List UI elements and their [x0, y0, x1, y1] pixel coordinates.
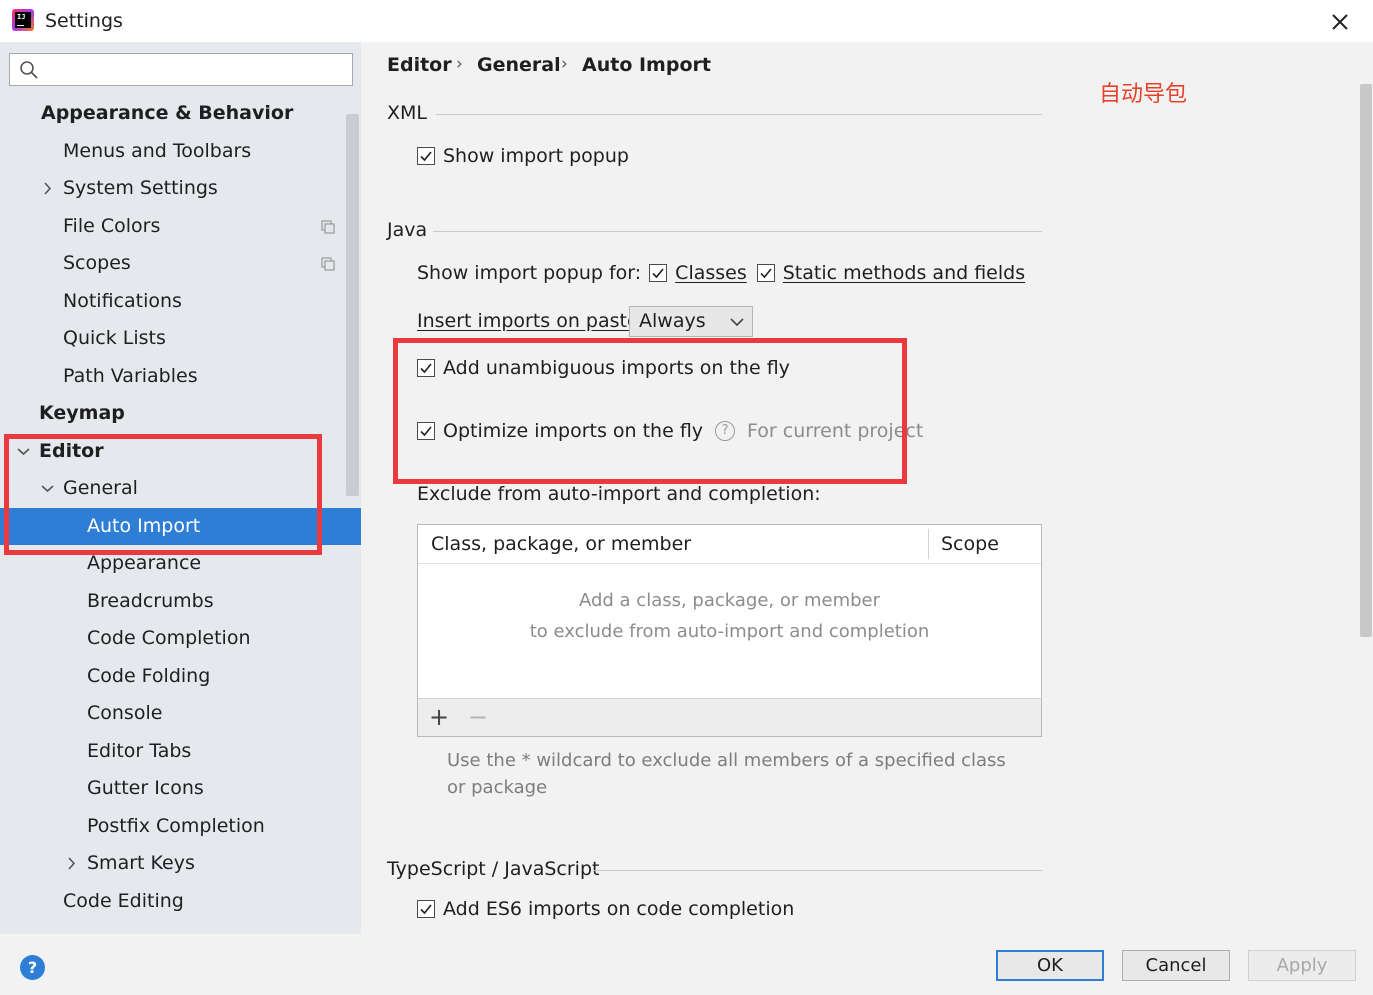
section-title-java: Java — [387, 219, 428, 241]
sidebar-item-file-colors[interactable]: File Colors — [63, 208, 160, 245]
sidebar-item-notifications[interactable]: Notifications — [63, 283, 182, 320]
exclude-table-toolbar: + − — [417, 698, 1042, 737]
breadcrumb-general[interactable]: General — [477, 54, 561, 76]
insert-on-paste-dropdown[interactable]: Always — [629, 306, 753, 337]
wildcard-hint: Use the * wildcard to exclude all member… — [447, 750, 1006, 798]
empty-state-line-1: Add a class, package, or member — [578, 590, 881, 611]
sidebar-item-system-settings[interactable]: System Settings — [40, 170, 218, 207]
breadcrumb-separator-icon: › — [456, 54, 463, 74]
sidebar-item-gutter-icons[interactable]: Gutter Icons — [87, 770, 204, 807]
add-icon[interactable]: + — [426, 699, 452, 736]
exclude-label: Exclude from auto-import and completion: — [417, 483, 821, 505]
highlight-box-editor — [4, 434, 322, 555]
divider — [433, 231, 1042, 232]
header-divider — [418, 563, 1041, 564]
sidebar-item-keymap[interactable]: Keymap — [39, 395, 125, 432]
settings-sidebar: Appearance & Behavior Menus and Toolbars… — [0, 42, 361, 934]
chevron-down-icon — [730, 318, 744, 327]
section-title-xml: XML — [387, 102, 427, 124]
content-scrollbar[interactable] — [1360, 84, 1372, 637]
ok-button[interactable]: OK — [996, 950, 1104, 981]
divider — [436, 114, 1042, 115]
show-import-popup-checkbox[interactable]: Show import popup — [417, 145, 629, 167]
search-input[interactable] — [48, 58, 343, 81]
chevron-right-icon[interactable] — [40, 170, 54, 207]
project-scope-icon — [321, 257, 335, 271]
sidebar-item-appearance-behavior[interactable]: Appearance & Behavior — [41, 95, 293, 132]
title-bar: IJ Settings — [0, 0, 1373, 42]
sidebar-item-quick-lists[interactable]: Quick Lists — [63, 320, 166, 357]
divider — [593, 870, 1042, 871]
checkbox-checked-icon[interactable] — [417, 147, 435, 165]
breadcrumb-separator-icon: › — [561, 54, 568, 74]
intellij-logo-icon: IJ — [12, 9, 34, 31]
sidebar-item-console[interactable]: Console — [87, 695, 162, 732]
checkbox-checked-icon[interactable] — [417, 900, 435, 918]
window-title: Settings — [45, 10, 123, 32]
column-header-scope[interactable]: Scope — [928, 525, 999, 563]
help-button[interactable]: ? — [20, 955, 45, 980]
static-methods-checkbox[interactable] — [756, 264, 775, 282]
cancel-button[interactable]: Cancel — [1122, 950, 1230, 981]
sidebar-item-code-folding[interactable]: Code Folding — [87, 658, 210, 695]
sidebar-item-editor-tabs[interactable]: Editor Tabs — [87, 733, 191, 770]
breadcrumb-editor[interactable]: Editor — [387, 54, 452, 76]
sidebar-item-code-completion[interactable]: Code Completion — [87, 620, 251, 657]
search-field[interactable] — [9, 53, 353, 86]
settings-content: Editor › General › Auto Import 自动导包 XML … — [361, 42, 1359, 934]
section-title-typescript: TypeScript / JavaScript — [387, 858, 600, 880]
search-icon — [20, 61, 38, 79]
project-scope-icon — [321, 220, 335, 234]
dialog-button-bar: ? OK Cancel Apply — [0, 934, 1373, 995]
highlight-box-imports — [393, 338, 907, 484]
remove-icon[interactable]: − — [465, 699, 491, 736]
sidebar-item-smart-keys[interactable]: Smart Keys — [64, 845, 195, 882]
annotation-label: 自动导包 — [1099, 82, 1188, 107]
sidebar-item-breadcrumbs[interactable]: Breadcrumbs — [87, 583, 214, 620]
sidebar-item-code-editing[interactable]: Code Editing — [63, 883, 184, 920]
add-es6-imports-checkbox[interactable]: Add ES6 imports on code completion — [417, 898, 794, 920]
close-icon[interactable] — [1326, 8, 1354, 36]
classes-checkbox[interactable] — [649, 264, 668, 282]
empty-state-line-2: to exclude from auto-import and completi… — [529, 621, 930, 642]
insert-on-paste-label: Insert imports on paste: — [417, 310, 646, 332]
sidebar-scrollbar[interactable] — [346, 114, 359, 496]
sidebar-item-menus-toolbars[interactable]: Menus and Toolbars — [63, 133, 251, 170]
chevron-right-icon[interactable] — [64, 845, 78, 882]
sidebar-item-path-variables[interactable]: Path Variables — [63, 358, 198, 395]
breadcrumb-auto-import: Auto Import — [582, 54, 711, 76]
sidebar-item-postfix-completion[interactable]: Postfix Completion — [87, 808, 265, 845]
show-import-popup-for-row: Show import popup for: Classes Static me… — [417, 262, 1026, 284]
sidebar-item-scopes[interactable]: Scopes — [63, 245, 131, 282]
column-header-class[interactable]: Class, package, or member — [418, 525, 691, 563]
apply-button[interactable]: Apply — [1248, 950, 1356, 981]
